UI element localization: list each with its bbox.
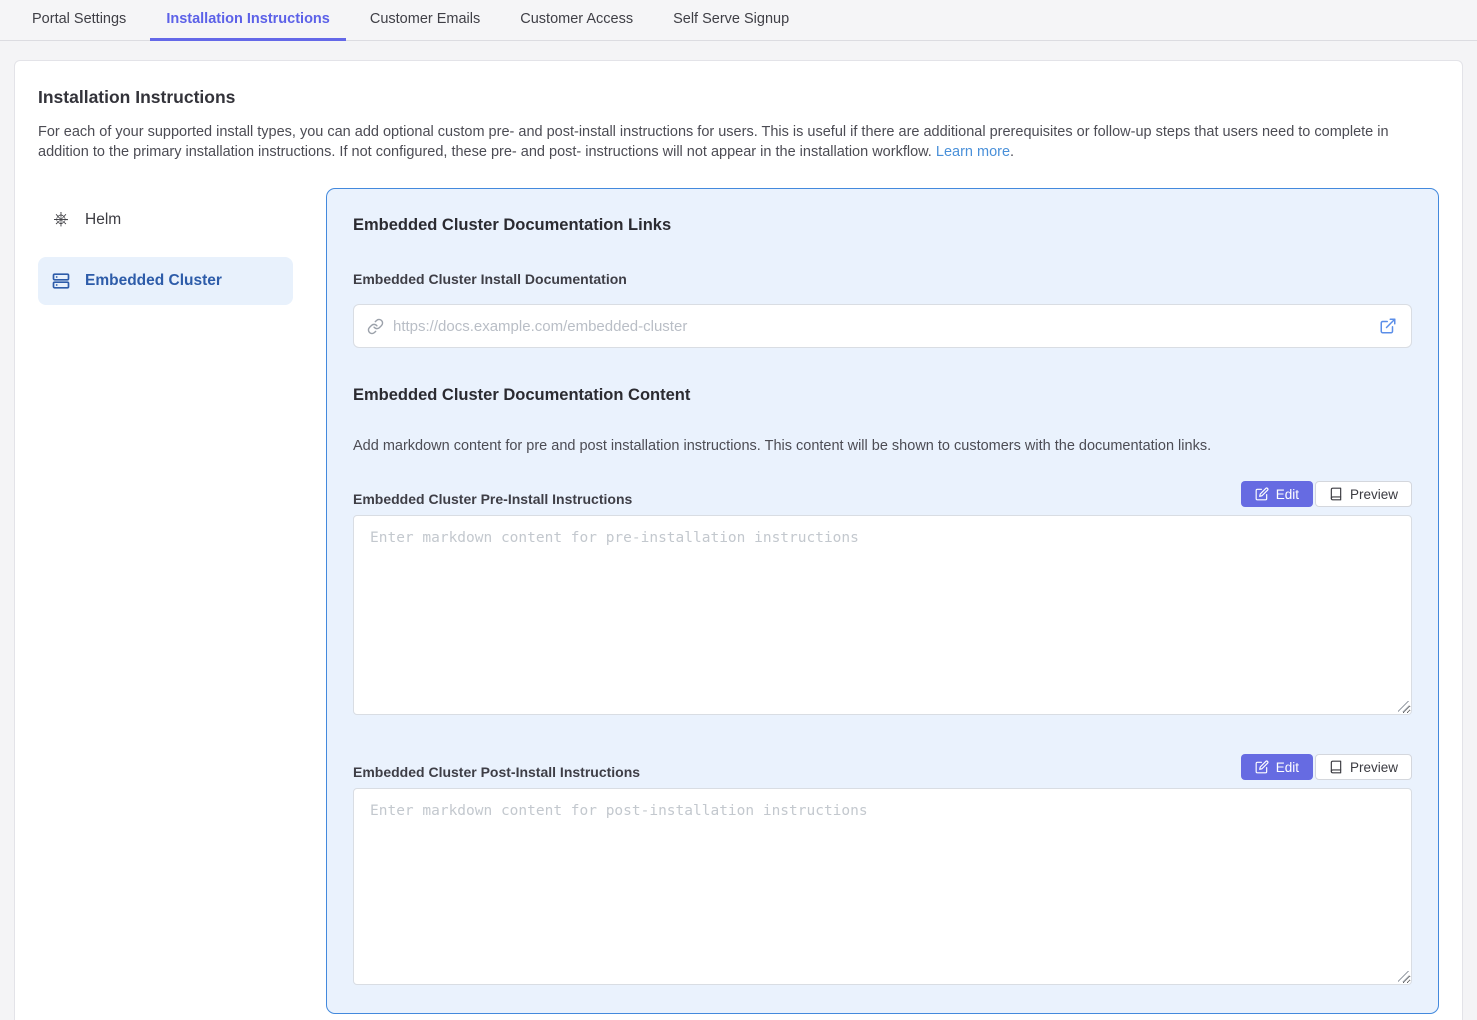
preview-book-icon	[1329, 760, 1343, 774]
tab-installation-instructions[interactable]: Installation Instructions	[150, 0, 346, 41]
post-install-preview-button[interactable]: Preview	[1315, 754, 1412, 780]
installation-instructions-card: Installation Instructions For each of yo…	[14, 60, 1463, 1020]
sidebar-item-embedded-cluster[interactable]: Embedded Cluster	[38, 257, 293, 305]
pre-install-edit-label: Edit	[1276, 487, 1299, 502]
documentation-links-heading: Embedded Cluster Documentation Links	[353, 216, 1412, 235]
helm-icon: ⎈	[51, 210, 71, 229]
learn-more-link[interactable]: Learn more	[936, 144, 1010, 160]
pre-install-preview-label: Preview	[1350, 487, 1398, 502]
install-documentation-url-input[interactable]	[393, 318, 1370, 335]
tab-customer-access[interactable]: Customer Access	[504, 0, 649, 41]
post-install-edit-button[interactable]: Edit	[1241, 754, 1313, 780]
post-install-mode-toggle: Edit Preview	[1241, 754, 1412, 780]
page-title: Installation Instructions	[38, 87, 1439, 108]
tab-customer-emails[interactable]: Customer Emails	[354, 0, 496, 41]
external-link-icon[interactable]	[1379, 317, 1397, 335]
tab-portal-settings[interactable]: Portal Settings	[16, 0, 142, 41]
pre-install-mode-toggle: Edit Preview	[1241, 481, 1412, 507]
tab-self-serve-signup[interactable]: Self Serve Signup	[657, 0, 805, 41]
settings-tabbar: Portal Settings Installation Instruction…	[0, 0, 1477, 41]
install-documentation-url-field	[353, 304, 1412, 348]
install-type-nav: ⎈ Helm Embedded Cluster	[38, 188, 293, 1014]
documentation-content-description: Add markdown content for pre and post in…	[353, 438, 1412, 454]
page-description-text: For each of your supported install types…	[38, 124, 1389, 160]
sidebar-item-embedded-cluster-label: Embedded Cluster	[85, 272, 222, 290]
pre-install-instructions-textarea[interactable]	[353, 515, 1412, 715]
embedded-cluster-panel: Embedded Cluster Documentation Links Emb…	[326, 188, 1439, 1014]
post-install-instructions-textarea[interactable]	[353, 788, 1412, 985]
pre-install-preview-button[interactable]: Preview	[1315, 481, 1412, 507]
edit-pencil-icon	[1255, 760, 1269, 774]
page-description-suffix: .	[1010, 144, 1014, 160]
documentation-content-heading: Embedded Cluster Documentation Content	[353, 386, 1412, 405]
edit-pencil-icon	[1255, 487, 1269, 501]
preview-book-icon	[1329, 487, 1343, 501]
sidebar-item-helm[interactable]: ⎈ Helm	[38, 196, 293, 243]
post-install-label: Embedded Cluster Post-Install Instructio…	[353, 764, 640, 780]
post-install-preview-label: Preview	[1350, 760, 1398, 775]
sidebar-item-helm-label: Helm	[85, 211, 121, 229]
pre-install-edit-button[interactable]: Edit	[1241, 481, 1313, 507]
pre-install-label: Embedded Cluster Pre-Install Instruction…	[353, 491, 632, 507]
page-description: For each of your supported install types…	[38, 122, 1428, 162]
post-install-edit-label: Edit	[1276, 760, 1299, 775]
server-stack-icon	[51, 271, 71, 291]
link-icon	[367, 318, 384, 335]
install-documentation-label: Embedded Cluster Install Documentation	[353, 271, 1412, 287]
